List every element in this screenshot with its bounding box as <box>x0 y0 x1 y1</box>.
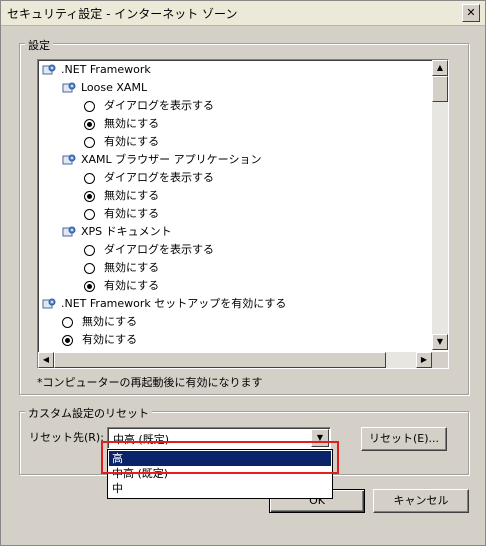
title-bar: セキュリティ設定 - インターネット ゾーン ✕ <box>1 1 485 26</box>
radio-button[interactable] <box>62 317 73 328</box>
tree-subcategory: XAML ブラウザー アプリケーション <box>62 151 422 169</box>
tree-item-label: .NET Framework <box>61 63 151 76</box>
scrollbar-corner <box>432 352 448 368</box>
settings-icon <box>42 63 56 77</box>
tree-category: .NET Framework <box>42 61 402 79</box>
radio-option-label: ダイアログを表示する <box>104 171 214 184</box>
window-title: セキュリティ設定 - インターネット ゾーン <box>7 7 238 21</box>
radio-option[interactable]: 無効にする <box>62 313 422 331</box>
settings-icon <box>62 153 76 167</box>
reset-button[interactable]: リセット(E)... <box>361 427 447 451</box>
radio-button-checked[interactable] <box>62 335 73 346</box>
radio-option-label: 無効にする <box>104 117 160 130</box>
reset-group-label: カスタム設定のリセット <box>25 405 152 421</box>
highlight-annotation-box <box>101 441 339 474</box>
vertical-scroll-thumb[interactable] <box>432 76 448 102</box>
settings-group-label: 設定 <box>25 37 53 53</box>
scroll-down-button[interactable]: ▼ <box>432 334 448 350</box>
radio-button[interactable] <box>84 173 95 184</box>
reset-to-label: リセット先(R): <box>29 431 104 444</box>
radio-option-label: 有効にする <box>104 135 160 148</box>
tree-item-label: XAML ブラウザー アプリケーション <box>81 153 262 166</box>
scroll-left-button[interactable]: ◀ <box>38 352 54 368</box>
settings-icon <box>62 81 76 95</box>
radio-option-label: 有効にする <box>104 279 160 292</box>
radio-button[interactable] <box>84 209 95 220</box>
radio-button[interactable] <box>84 137 95 148</box>
radio-option[interactable]: 無効にする <box>84 259 444 277</box>
radio-option-label: 無効にする <box>104 189 160 202</box>
horizontal-scrollbar[interactable]: ◀ ▶ <box>38 352 432 368</box>
tree-subcategory: XPS ドキュメント <box>62 223 422 241</box>
tree-subcategory: Loose XAML <box>62 79 422 97</box>
radio-option-label: 無効にする <box>104 261 160 274</box>
tree-category: .NET Framework セットアップを有効にする <box>42 295 402 313</box>
radio-option[interactable]: 無効にする <box>84 115 444 133</box>
radio-button-checked[interactable] <box>84 281 95 292</box>
radio-option[interactable]: ダイアログを表示する <box>84 97 444 115</box>
radio-button[interactable] <box>84 101 95 112</box>
restart-note: *コンピューターの再起動後に有効になります <box>37 376 263 389</box>
watermark-logo <box>453 519 479 541</box>
radio-option[interactable]: ダイアログを表示する <box>84 241 444 259</box>
radio-option[interactable]: 無効にする <box>84 187 444 205</box>
radio-option[interactable]: 有効にする <box>84 205 444 223</box>
dropdown-option-medium[interactable]: 中 <box>109 481 331 496</box>
radio-option[interactable]: 有効にする <box>62 331 422 349</box>
settings-icon <box>42 297 56 311</box>
radio-option-label: 有効にする <box>82 333 138 346</box>
tree-item-label: .NET Framework セットアップを有効にする <box>61 297 287 310</box>
radio-option-label: ダイアログを表示する <box>104 243 214 256</box>
scroll-up-button[interactable]: ▲ <box>432 60 448 76</box>
radio-option-label: ダイアログを表示する <box>104 99 214 112</box>
security-settings-dialog: セキュリティ設定 - インターネット ゾーン ✕ 設定 .NET Framewo… <box>0 0 486 546</box>
settings-tree-list[interactable]: .NET Framework Loose XAML ダイアログを表示する 無効にする有… <box>37 59 449 369</box>
radio-button[interactable] <box>84 263 95 274</box>
vertical-scrollbar[interactable]: ▲ ▼ <box>432 60 448 350</box>
radio-option-label: 無効にする <box>82 315 138 328</box>
settings-icon <box>62 225 76 239</box>
tree-item-label: Loose XAML <box>81 81 148 94</box>
horizontal-scroll-thumb[interactable] <box>54 352 386 368</box>
cancel-button[interactable]: キャンセル <box>373 489 469 513</box>
radio-option[interactable]: 有効にする <box>84 277 444 295</box>
radio-option[interactable]: 有効にする <box>84 133 444 151</box>
scroll-right-button[interactable]: ▶ <box>416 352 432 368</box>
radio-option-label: 有効にする <box>104 207 160 220</box>
radio-button[interactable] <box>84 245 95 256</box>
radio-button-checked[interactable] <box>84 191 95 202</box>
close-button[interactable]: ✕ <box>462 4 480 22</box>
radio-option[interactable]: ダイアログを表示する <box>84 169 444 187</box>
radio-button-checked[interactable] <box>84 119 95 130</box>
tree-item-label: XPS ドキュメント <box>81 225 172 238</box>
